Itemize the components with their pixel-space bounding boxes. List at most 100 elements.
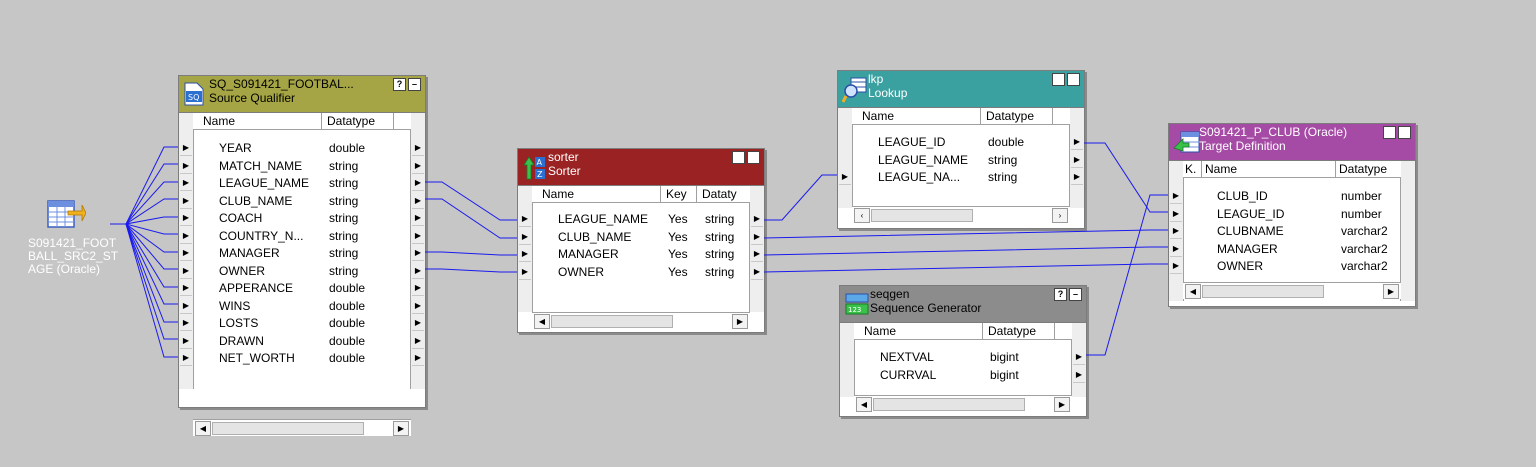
seqgen-to-target-link[interactable] — [1086, 194, 1168, 356]
input-port-icon[interactable]: ▶ — [519, 211, 531, 227]
source-qualifier-transformation[interactable]: SQ SQ_S091421_FOOTBAL... Source Qualifie… — [178, 75, 426, 436]
target-port-row[interactable]: ▶ LEAGUE_ID number — [1169, 206, 1415, 223]
sorter-hscrollbar[interactable]: ◀ ▶ — [532, 312, 750, 329]
sq-port-row[interactable]: ▶ ▶ MATCH_NAME string — [179, 158, 425, 175]
input-port-icon[interactable]: ▶ — [519, 264, 531, 280]
sorter-port-row[interactable]: ▶ ▶ MANAGER Yes string — [518, 246, 764, 263]
input-port-icon[interactable]: ▶ — [519, 229, 531, 245]
sorter-header[interactable]: AZ sorter Sorter ? – — [518, 149, 764, 186]
sq-port-row[interactable]: ▶ ▶ LOSTS double — [179, 315, 425, 332]
target-port-row[interactable]: ▶ CLUB_ID number — [1169, 188, 1415, 205]
minimize-button[interactable]: – — [1398, 126, 1411, 139]
scroll-right-icon[interactable]: ▶ — [393, 421, 409, 436]
sequence-generator-transformation[interactable]: 123 seqgen Sequence Generator ? – Name D… — [839, 285, 1087, 417]
input-port-icon[interactable]: ▶ — [180, 263, 192, 279]
output-port-icon[interactable]: ▶ — [1071, 134, 1083, 150]
input-port-icon[interactable]: ▶ — [180, 193, 192, 209]
input-port-icon[interactable]: ▶ — [180, 175, 192, 191]
scroll-left-icon[interactable]: ◀ — [195, 421, 211, 436]
sq-port-row[interactable]: ▶ ▶ COACH string — [179, 210, 425, 227]
scroll-left-icon[interactable]: ◀ — [534, 314, 550, 329]
output-port-icon[interactable]: ▶ — [412, 193, 424, 209]
scroll-right-icon[interactable]: › — [1052, 208, 1068, 223]
output-port-icon[interactable]: ▶ — [1071, 169, 1083, 185]
input-port-icon[interactable]: ▶ — [180, 350, 192, 366]
input-port-icon[interactable]: ▶ — [1170, 206, 1182, 222]
input-port-icon[interactable]: ▶ — [839, 169, 851, 185]
output-port-icon[interactable]: ▶ — [751, 264, 763, 280]
sorter-port-row[interactable]: ▶ ▶ LEAGUE_NAME Yes string — [518, 211, 764, 228]
input-port-icon[interactable]: ▶ — [180, 280, 192, 296]
scroll-thumb[interactable] — [1202, 285, 1324, 298]
input-port-icon[interactable]: ▶ — [180, 140, 192, 156]
output-port-icon[interactable]: ▶ — [1071, 152, 1083, 168]
help-button[interactable]: ? — [1383, 126, 1396, 139]
input-port-icon[interactable]: ▶ — [180, 158, 192, 174]
sorter-to-lookup-link[interactable] — [764, 174, 837, 221]
seqgen-header[interactable]: 123 seqgen Sequence Generator ? – — [840, 286, 1086, 323]
sorter-to-target-link[interactable] — [763, 263, 1168, 273]
seq-port-row[interactable]: ▶ NEXTVAL bigint — [840, 349, 1086, 366]
minimize-button[interactable]: – — [1067, 73, 1080, 86]
scroll-right-icon[interactable]: ▶ — [732, 314, 748, 329]
output-port-icon[interactable]: ▶ — [751, 211, 763, 227]
sq-port-row[interactable]: ▶ ▶ LEAGUE_NAME string — [179, 175, 425, 192]
sq-to-sorter-link[interactable] — [425, 268, 517, 273]
scroll-thumb[interactable] — [871, 209, 973, 222]
target-port-row[interactable]: ▶ MANAGER varchar2 — [1169, 241, 1415, 258]
output-port-icon[interactable]: ▶ — [412, 210, 424, 226]
scroll-left-icon[interactable]: ◀ — [1185, 284, 1201, 299]
input-port-icon[interactable]: ▶ — [1170, 258, 1182, 274]
output-port-icon[interactable]: ▶ — [751, 229, 763, 245]
sq-port-row[interactable]: ▶ ▶ APPERANCE double — [179, 280, 425, 297]
sq-port-row[interactable]: ▶ ▶ MANAGER string — [179, 245, 425, 262]
sq-port-row[interactable]: ▶ ▶ YEAR double — [179, 140, 425, 157]
sq-port-row[interactable]: ▶ ▶ DRAWN double — [179, 333, 425, 350]
input-port-icon[interactable]: ▶ — [180, 228, 192, 244]
output-port-icon[interactable]: ▶ — [751, 246, 763, 262]
target-hscrollbar[interactable]: ◀ ▶ — [1183, 282, 1401, 299]
sq-port-row[interactable]: ▶ ▶ OWNER string — [179, 263, 425, 280]
output-port-icon[interactable]: ▶ — [412, 158, 424, 174]
help-button[interactable]: ? — [732, 151, 745, 164]
input-port-icon[interactable]: ▶ — [180, 315, 192, 331]
minimize-button[interactable]: – — [747, 151, 760, 164]
sorter-port-row[interactable]: ▶ ▶ CLUB_NAME Yes string — [518, 229, 764, 246]
output-port-icon[interactable]: ▶ — [1073, 349, 1085, 365]
input-port-icon[interactable]: ▶ — [519, 246, 531, 262]
output-port-icon[interactable]: ▶ — [412, 350, 424, 366]
input-port-icon[interactable]: ▶ — [180, 298, 192, 314]
lookup-to-target-link[interactable] — [1084, 142, 1168, 213]
output-port-icon[interactable]: ▶ — [412, 263, 424, 279]
output-port-icon[interactable]: ▶ — [412, 140, 424, 156]
seq-port-row[interactable]: ▶ CURRVAL bigint — [840, 367, 1086, 384]
output-port-icon[interactable]: ▶ — [412, 175, 424, 191]
source-definition[interactable]: S091421_FOOT BALL_SRC2_ST AGE (Oracle) — [25, 197, 135, 276]
sq-to-sorter-link[interactable] — [425, 181, 517, 221]
output-port-icon[interactable]: ▶ — [1073, 367, 1085, 383]
input-port-icon[interactable]: ▶ — [180, 333, 192, 349]
sq-hscrollbar[interactable]: ◀ ▶ — [193, 419, 411, 436]
lookup-transformation[interactable]: lkp Lookup ? – Name Datatype ▶ LEAGUE_ID d… — [837, 70, 1085, 229]
lookup-header[interactable]: lkp Lookup ? – — [838, 71, 1084, 108]
sq-port-row[interactable]: ▶ ▶ WINS double — [179, 298, 425, 315]
lkp-port-row[interactable]: ▶ LEAGUE_NA... string ▶ — [838, 169, 1084, 186]
input-port-icon[interactable]: ▶ — [1170, 223, 1182, 239]
seqgen-hscrollbar[interactable]: ◀ ▶ — [854, 395, 1072, 412]
minimize-button[interactable]: – — [1069, 288, 1082, 301]
target-header[interactable]: S091421_P_CLUB (Oracle) Target Definitio… — [1169, 124, 1415, 161]
scroll-thumb[interactable] — [551, 315, 673, 328]
scroll-thumb[interactable] — [212, 422, 364, 435]
scroll-right-icon[interactable]: ▶ — [1054, 397, 1070, 412]
target-port-row[interactable]: ▶ OWNER varchar2 — [1169, 258, 1415, 275]
output-port-icon[interactable]: ▶ — [412, 315, 424, 331]
sq-to-sorter-link[interactable] — [425, 198, 517, 239]
output-port-icon[interactable]: ▶ — [412, 280, 424, 296]
sorter-transformation[interactable]: AZ sorter Sorter ? – Name Key Dataty ▶ ▶ L… — [517, 148, 765, 333]
lkp-port-row[interactable]: ▶ LEAGUE_ID double — [838, 134, 1084, 151]
help-button[interactable]: ? — [1052, 73, 1065, 86]
output-port-icon[interactable]: ▶ — [412, 333, 424, 349]
target-definition[interactable]: S091421_P_CLUB (Oracle) Target Definitio… — [1168, 123, 1416, 307]
sq-port-row[interactable]: ▶ ▶ NET_WORTH double — [179, 350, 425, 367]
sorter-to-target-link[interactable] — [763, 246, 1168, 256]
